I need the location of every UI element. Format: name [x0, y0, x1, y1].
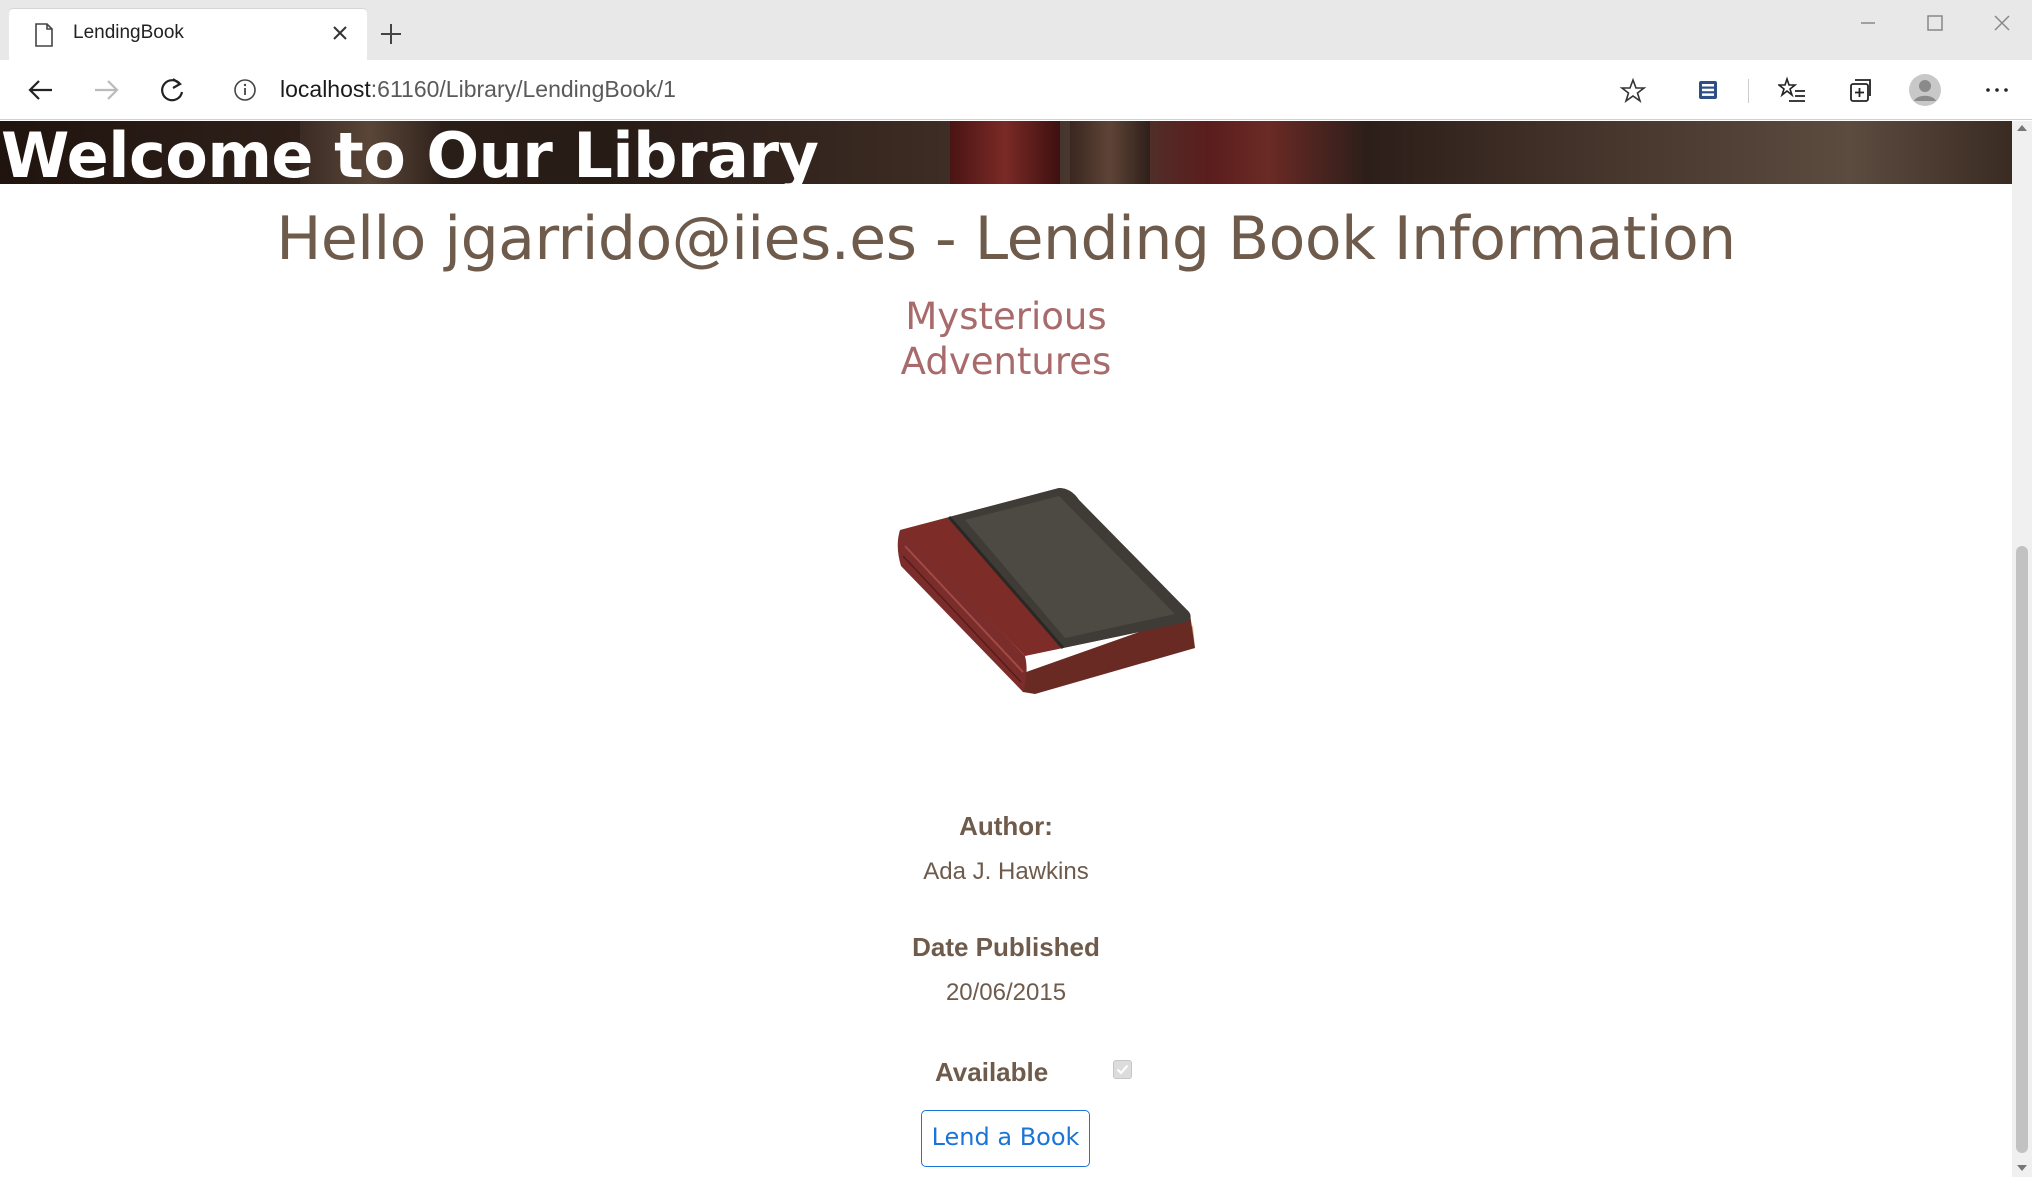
date-published-value: 20/06/2015	[945, 979, 1067, 1006]
scroll-thumb[interactable]	[2016, 546, 2028, 1153]
minimize-icon[interactable]	[1844, 9, 1890, 37]
browser-toolbar: localhost:61160/Library/LendingBook/1	[0, 60, 2032, 120]
tab-title: LendingBook	[73, 22, 184, 43]
lend-book-button[interactable]: Lend a Book	[921, 1110, 1090, 1167]
reload-icon	[161, 78, 184, 102]
forward-arrow-icon	[95, 80, 119, 100]
avatar-icon	[1909, 74, 1941, 106]
author-label: Author:	[959, 811, 1053, 841]
maximize-icon[interactable]	[1912, 9, 1958, 37]
date-published-label: Date Published	[912, 932, 1100, 962]
extension-button[interactable]	[1691, 73, 1725, 107]
back-arrow-icon	[28, 80, 52, 100]
page-viewport: Welcome to Our Library Hello jgarrido@ii…	[0, 121, 2012, 1177]
url-text[interactable]: localhost:61160/Library/LendingBook/1	[280, 76, 676, 103]
favorites-list-icon	[1778, 76, 1805, 102]
scroll-up-arrow-icon[interactable]	[2017, 125, 2027, 131]
book-cover-image	[897, 488, 1195, 694]
reload-button[interactable]	[155, 73, 189, 107]
address-bar[interactable]: localhost:61160/Library/LendingBook/1	[214, 67, 1664, 113]
profile-button[interactable]	[1908, 73, 1942, 107]
url-host: localhost	[280, 76, 371, 102]
toolbar-divider	[1748, 79, 1749, 103]
info-icon[interactable]	[233, 78, 257, 102]
tab-lendingbook[interactable]: LendingBook	[9, 9, 367, 60]
author-value: Ada J. Hawkins	[923, 858, 1089, 885]
url-path: :61160/Library/LendingBook/1	[370, 76, 676, 102]
collections-button[interactable]	[1842, 73, 1876, 107]
available-label: Available	[935, 1057, 1049, 1087]
available-checkbox[interactable]	[1113, 1060, 1132, 1079]
star-icon[interactable]	[1619, 77, 1647, 105]
favorites-button[interactable]	[1775, 73, 1809, 107]
window-close-icon[interactable]	[1978, 9, 2024, 37]
menu-button[interactable]	[1980, 73, 2014, 107]
banner-book-spine	[950, 121, 1060, 184]
forward-button[interactable]	[89, 73, 123, 107]
close-icon[interactable]	[327, 20, 353, 46]
scroll-down-arrow-icon[interactable]	[2017, 1165, 2027, 1171]
plus-icon[interactable]	[378, 21, 404, 47]
checkmark-icon	[1116, 1064, 1129, 1075]
header-banner: Welcome to Our Library	[0, 121, 2012, 184]
collections-icon	[1850, 79, 1871, 102]
banner-book-spine	[1070, 121, 1150, 184]
back-button[interactable]	[24, 73, 58, 107]
vertical-scrollbar[interactable]	[2012, 121, 2032, 1177]
more-icon	[1986, 88, 2008, 92]
extension-icon	[1699, 81, 1717, 99]
welcome-title: Welcome to Our Library	[1, 121, 819, 184]
page-icon	[35, 23, 53, 47]
book-title: Mysterious Adventures	[900, 295, 1112, 383]
tab-bar: LendingBook	[0, 0, 2032, 60]
page-heading: Hello jgarrido@iies.es - Lending Book In…	[276, 204, 1736, 274]
